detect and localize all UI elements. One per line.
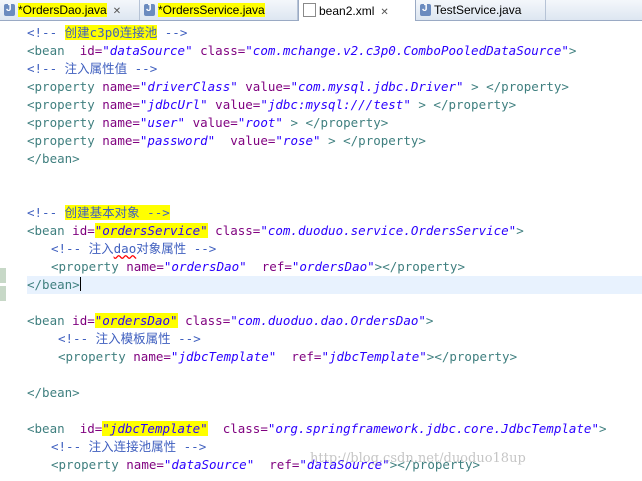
code-editor[interactable]: <!-- 创建c3p0连接池 --> <bean id="dataSource"… [27,21,642,481]
code-line: <!-- 注入属性值 --> [27,61,158,76]
watermark: http://blog.csdn.net/duoduo18up [310,451,526,466]
tab-bean2-xml[interactable]: bean2.xml ✕ [298,0,416,21]
code-line: <property name="password" value="rose" >… [27,133,426,148]
code-line: <!-- 注入连接池属性 --> [51,439,207,454]
change-marker [0,286,6,301]
tab-orders-dao[interactable]: *OrdersDao.java ✕ [0,0,140,20]
tab-orders-service[interactable]: *OrdersService.java [140,0,298,20]
code-line: <property name="ordersDao" ref="ordersDa… [51,259,465,274]
code-line: <!-- 注入dao对象属性 --> [51,241,217,256]
code-line: <bean id="ordersService" class="com.duod… [27,223,524,238]
java-file-icon [4,3,15,16]
tab-label: bean2.xml [319,4,375,18]
close-icon[interactable]: ✕ [380,7,388,18]
tab-label: *OrdersService.java [158,3,265,17]
java-file-icon [420,3,431,16]
code-line: <!-- 创建c3p0连接池 --> [27,25,188,40]
editor-tab-bar: *OrdersDao.java ✕ *OrdersService.java bea… [0,0,642,21]
current-line[interactable]: </bean> [27,276,642,294]
tab-test-service[interactable]: TestService.java [416,0,546,20]
text-caret [79,277,81,291]
editor-gutter [0,21,8,481]
close-icon[interactable]: ✕ [113,6,121,17]
code-line: <bean id="dataSource" class="com.mchange… [27,43,577,58]
tab-label: *OrdersDao.java [18,3,107,17]
code-line: <bean id="ordersDao" class="com.duoduo.d… [27,313,434,328]
code-line: <property name="jdbcUrl" value="jdbc:mys… [27,97,517,112]
java-file-icon [144,3,155,16]
change-marker [0,268,6,283]
code-line: <bean id="jdbcTemplate" class="org.sprin… [27,421,607,436]
code-line: <property name="user" value="root" > </p… [27,115,389,130]
code-line: <!-- 注入模板属性 --> [58,331,201,346]
code-line: <property name="driverClass" value="com.… [27,79,569,94]
code-line: </bean> [27,151,80,166]
tab-label: TestService.java [434,3,522,17]
xml-file-icon [303,3,316,17]
code-line: </bean> [27,385,80,400]
code-line: <property name="jdbcTemplate" ref="jdbcT… [58,349,518,364]
code-line: <!-- 创建基本对象 --> [27,205,170,220]
